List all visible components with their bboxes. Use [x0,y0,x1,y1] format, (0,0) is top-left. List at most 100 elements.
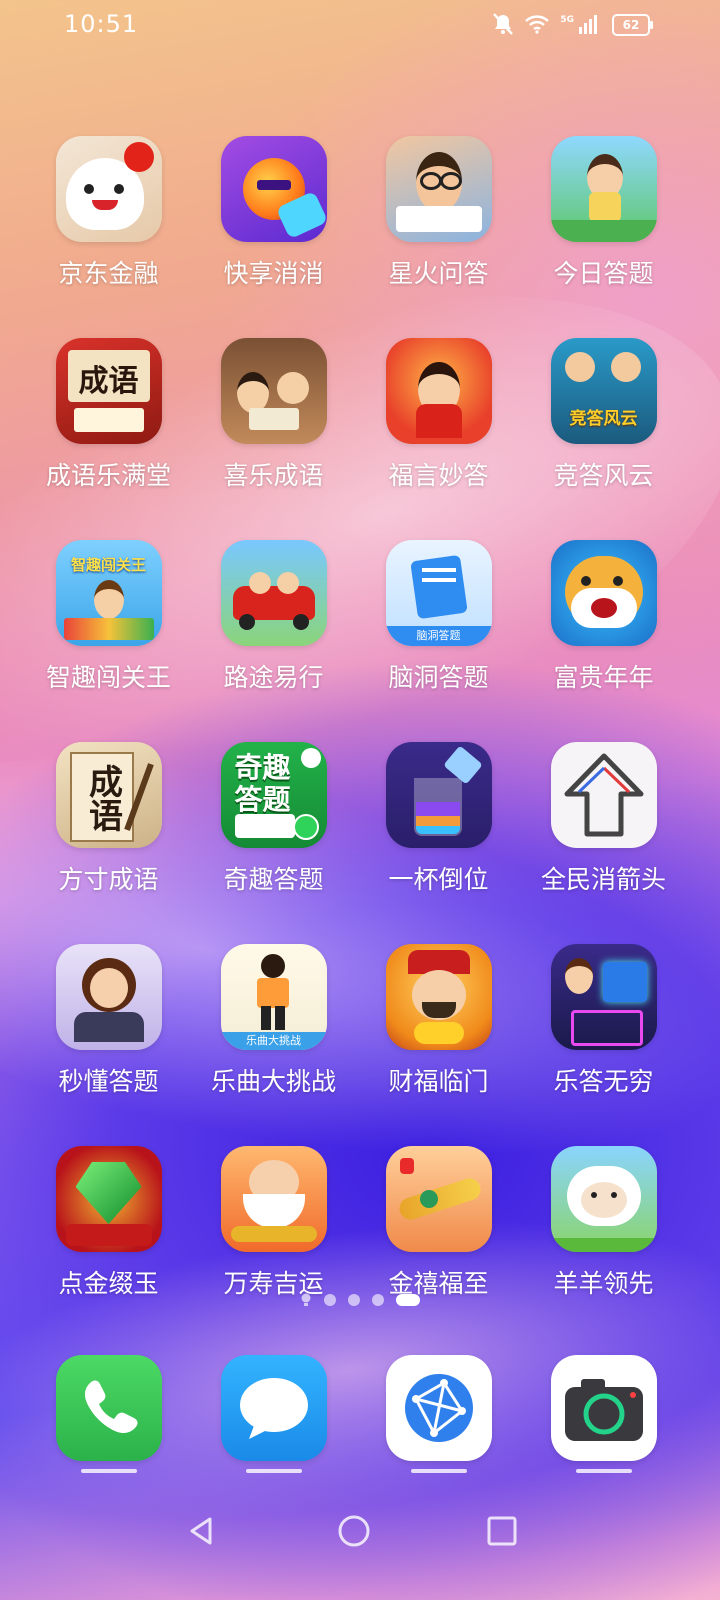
app-xile-chengyu[interactable]: 喜乐成语 [191,338,356,492]
zhiqu-icon: 智趣闯关王 [55,540,162,646]
app-emerald[interactable]: 点金缀玉 [26,1146,191,1300]
app-label: 喜乐成语 [223,461,324,490]
icon-title: 奇趣答题 [234,751,291,816]
app-jd-finance[interactable]: 京东金融 [26,136,191,290]
navigation-bar [0,1505,720,1555]
icon-title: 脑洞答题 [416,629,461,642]
jd-finance-icon [55,136,162,242]
icon-title: 乐曲大挑战 [246,1034,301,1047]
phone-icon [55,1355,162,1461]
jinxi-icon [385,1146,492,1252]
app-jinxi[interactable]: 金禧福至 [356,1146,521,1300]
jingda-icon: 竞答风云 [550,338,657,444]
miaodong-icon [55,944,162,1050]
messages-icon [220,1355,327,1461]
lutu-icon [220,540,327,646]
icon-title: 智趣闯关王 [70,556,146,574]
app-label: 富贵年年 [553,663,654,692]
app-label: 脑洞答题 [388,663,489,692]
kuaixiang-icon [220,136,327,242]
arrow-icon [550,742,657,848]
qiqu-icon: 奇趣答题 [220,742,327,848]
app-lequ[interactable]: 乐曲大挑战 乐曲大挑战 [191,944,356,1098]
recents-icon[interactable] [484,1513,520,1549]
network-type: 5G [560,15,574,25]
app-jinri[interactable]: 今日答题 [521,136,686,290]
app-wanshou[interactable]: 万寿吉运 [191,1146,356,1300]
app-leda[interactable]: 乐答无穷 [521,944,686,1098]
status-bar: 10:51 5G 62 [0,0,720,52]
icon-title: 成语 [78,364,139,399]
chengyu-lemantang-icon: 成语 [55,338,162,444]
wifi-icon [525,15,550,34]
app-zhiqu[interactable]: 智趣闯关王 智趣闯关王 [26,540,191,694]
app-label: 智趣闯关王 [45,663,171,692]
emerald-icon [55,1146,162,1252]
app-naodong[interactable]: 脑洞答题 脑洞答题 [356,540,521,694]
app-jingda[interactable]: 竞答风云 竞答风云 [521,338,686,492]
app-chengyu-lemantang[interactable]: 成语 成语乐满堂 [26,338,191,492]
lequ-icon: 乐曲大挑战 [220,944,327,1050]
app-fangcun[interactable]: 成语 方寸成语 [26,742,191,896]
dock [26,1355,716,1473]
arrow-graphic [564,753,643,837]
page-indicator[interactable] [0,1293,720,1307]
xinghuo-icon [385,136,492,242]
app-label: 竞答风云 [553,461,654,490]
clock: 10:51 [64,10,139,38]
page-dot [372,1294,384,1306]
dock-camera[interactable] [521,1355,686,1473]
battery-indicator: 62 [612,14,653,36]
icon-title: 成语 [82,764,123,832]
leda-icon [550,944,657,1050]
app-yibei[interactable]: 一杯倒位 [356,742,521,896]
yibei-icon [385,742,492,848]
app-fuyan[interactable]: 福言妙答 [356,338,521,492]
app-label: 京东金融 [58,259,159,288]
app-kuaixiang[interactable]: 快享消消 [191,136,356,290]
app-label: 全民消箭头 [540,865,666,894]
lightbulb-icon [301,1293,311,1306]
page-dot-active [396,1294,420,1306]
signal-icon [579,15,597,34]
app-label: 星火问答 [388,259,489,288]
app-label: 路途易行 [223,663,324,692]
dock-messages[interactable] [191,1355,356,1473]
naodong-icon: 脑洞答题 [385,540,492,646]
xile-chengyu-icon [220,338,327,444]
app-xinghuo[interactable]: 星火问答 [356,136,521,290]
app-lutu[interactable]: 路途易行 [191,540,356,694]
app-caifu[interactable]: 财福临门 [356,944,521,1098]
fangcun-icon: 成语 [55,742,162,848]
dock-indicator [410,1469,467,1473]
app-label: 快享消消 [223,259,324,288]
back-icon[interactable] [184,1513,220,1549]
camera-icon [550,1355,657,1461]
jinri-icon [550,136,657,242]
app-qiqu[interactable]: 奇趣答题 奇趣答题 [191,742,356,896]
sheep-icon [550,1146,657,1252]
app-label: 方寸成语 [58,865,159,894]
app-sheep[interactable]: 羊羊领先 [521,1146,686,1300]
app-fugui[interactable]: 富贵年年 [521,540,686,694]
dock-browser[interactable] [356,1355,521,1473]
fugui-icon [550,540,657,646]
app-label: 乐答无穷 [553,1067,654,1096]
app-label: 乐曲大挑战 [210,1067,336,1096]
dock-phone[interactable] [26,1355,191,1473]
app-label: 今日答题 [553,259,654,288]
dock-indicator [245,1469,302,1473]
app-arrow[interactable]: 全民消箭头 [521,742,686,896]
app-label: 一杯倒位 [388,865,489,894]
app-miaodong[interactable]: 秒懂答题 [26,944,191,1098]
app-grid: 京东金融 快享消消 星火问答 今日答题 成语 成语乐满堂 喜乐成语 福言妙答 竞… [26,136,716,1300]
wanshou-icon [220,1146,327,1252]
app-label: 成语乐满堂 [45,461,171,490]
page-dot [324,1294,336,1306]
browser-icon [385,1355,492,1461]
battery-level: 62 [622,18,640,32]
app-label: 奇趣答题 [223,865,324,894]
home-icon[interactable] [336,1513,372,1549]
mute-icon [493,13,514,35]
fuyan-icon [385,338,492,444]
